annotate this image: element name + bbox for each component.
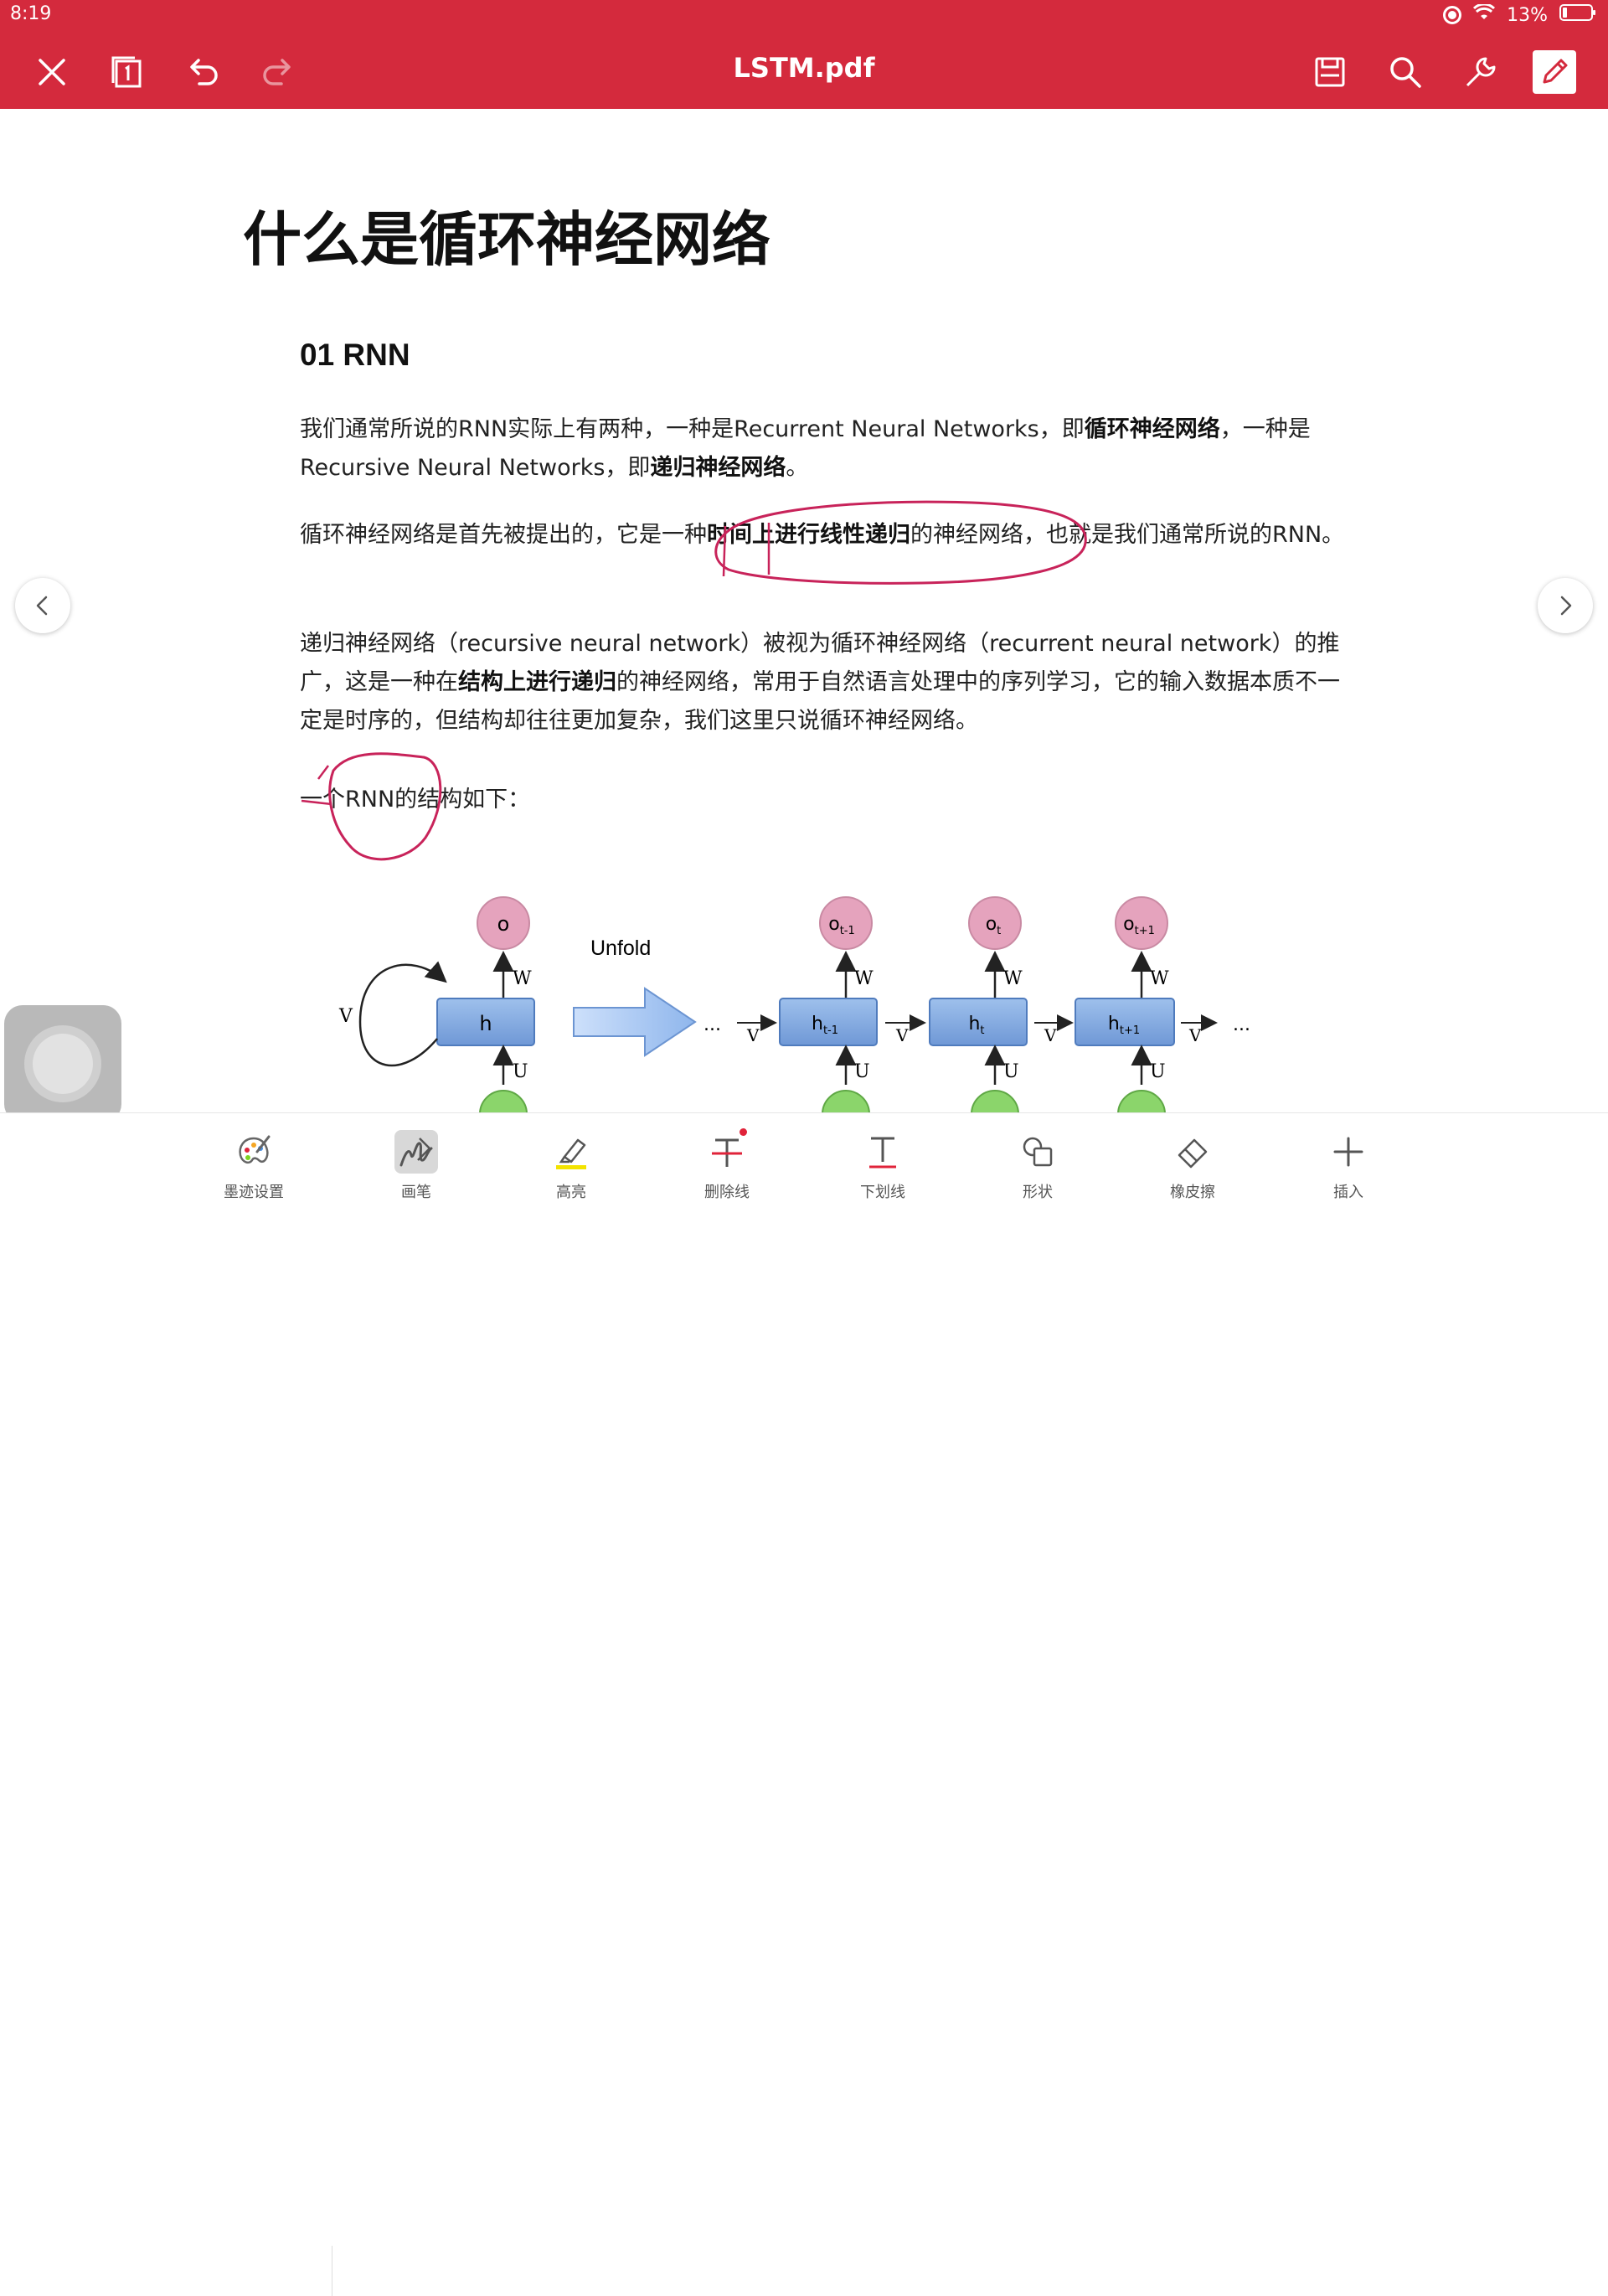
palette-icon (232, 1130, 276, 1174)
output-node-subscript: t-1 (840, 925, 855, 937)
ink-mark-annotation (722, 523, 770, 577)
strikethrough-tool[interactable]: 删除线 (677, 1128, 777, 1202)
input-node (971, 1090, 1019, 1112)
pen-tool[interactable]: 画笔 (366, 1130, 466, 1202)
status-indicators: 13% (1443, 3, 1596, 27)
w-label: W (1003, 968, 1023, 989)
ink-settings-tool[interactable]: 墨迹设置 (204, 1130, 304, 1202)
underline-tool[interactable]: 下划线 (832, 1130, 933, 1202)
hidden-node-label: h (479, 1012, 492, 1035)
tool-label: 橡皮擦 (1170, 1184, 1215, 1201)
hidden-node-subscript: t (980, 1024, 984, 1037)
output-node-label: o (828, 914, 839, 935)
highlight-tool[interactable]: 高亮 (521, 1130, 621, 1202)
highlighter-icon (549, 1130, 593, 1174)
edit-pen-icon[interactable] (1533, 50, 1576, 94)
screen-record-icon (1443, 6, 1462, 24)
ink-strike-annotation (301, 765, 332, 806)
hidden-node-label: h (1108, 1014, 1120, 1034)
u-label: U (513, 1061, 528, 1082)
rnn-folded: o W h U V (338, 896, 535, 1112)
tool-label: 墨迹设置 (224, 1184, 284, 1201)
output-node-label: o (497, 912, 510, 936)
w-label: W (1150, 968, 1169, 989)
search-icon[interactable] (1382, 49, 1429, 95)
document-title: LSTM.pdf (733, 52, 875, 84)
pen-icon (394, 1130, 438, 1174)
eraser-icon (1171, 1130, 1214, 1174)
save-icon[interactable] (1306, 49, 1353, 95)
v-label: V (338, 1006, 353, 1027)
unfold-arrow (573, 987, 697, 1057)
plus-icon (1327, 1130, 1370, 1174)
insert-tool[interactable]: 插入 (1298, 1130, 1399, 1202)
input-node (1117, 1090, 1166, 1112)
v-label: V (1188, 1025, 1202, 1045)
u-label: U (1003, 1061, 1019, 1082)
strikethrough-icon (705, 1128, 749, 1174)
tool-label: 画笔 (401, 1184, 431, 1201)
output-node-label: o (986, 914, 997, 935)
output-node-subscript: t+1 (1135, 925, 1155, 937)
active-color-dot (740, 1128, 747, 1136)
u-label: U (1150, 1061, 1166, 1082)
top-toolbar: 8:19 13% LSTM.pdf (0, 0, 1608, 109)
u-label: U (854, 1061, 870, 1082)
shapes-icon (1016, 1130, 1059, 1174)
tool-label: 插入 (1333, 1184, 1363, 1201)
output-node-label: o (1123, 914, 1134, 935)
ink-circle-annotation (328, 752, 442, 861)
pdf-page: 什么是循环神经网络 01 RNN 我们通常所说的RNN实际上有两种，一种是Rec… (0, 109, 1608, 1112)
input-node (479, 1090, 528, 1112)
underline-icon (861, 1130, 904, 1174)
output-node-subscript: t (997, 925, 1001, 937)
w-label: W (854, 968, 874, 989)
eraser-tool[interactable]: 橡皮擦 (1142, 1130, 1243, 1202)
shape-tool[interactable]: 形状 (987, 1130, 1088, 1202)
tool-label: 删除线 (704, 1184, 750, 1201)
tool-label: 形状 (1023, 1184, 1053, 1201)
rnn-unrolled: V ot-1 W ht-1 U V ot W ht U V ot+1 W ht+… (737, 896, 1250, 1112)
v-label: V (746, 1025, 760, 1045)
previous-page-button[interactable] (15, 578, 70, 633)
rnn-diagram: o W h U V Unfold ... V ot-1 W ht-1 U V o… (338, 896, 1250, 1112)
v-label: V (895, 1025, 909, 1045)
tool-label: 下划线 (860, 1184, 905, 1201)
tool-label: 高亮 (556, 1184, 586, 1201)
battery-icon (1559, 3, 1596, 27)
ink-ellipse-annotation (714, 500, 1087, 585)
next-page-button[interactable] (1538, 578, 1593, 633)
assistive-touch-button[interactable] (4, 1005, 121, 1122)
battery-percent: 13% (1507, 4, 1548, 26)
v-label: V (1044, 1025, 1057, 1045)
hidden-node-subscript: t-1 (823, 1024, 838, 1037)
hidden-node-subscript: t+1 (1120, 1024, 1140, 1037)
w-label: W (513, 968, 532, 989)
recurrent-loop (358, 961, 447, 1067)
status-time: 8:19 (10, 3, 52, 24)
hidden-node-label: h (968, 1014, 980, 1034)
tools-wrench-icon[interactable] (1457, 49, 1504, 95)
ellipsis-right: ... (1233, 1014, 1250, 1035)
input-node (822, 1090, 870, 1112)
wifi-icon (1473, 3, 1496, 26)
annotation-toolbar: 墨迹设置 画笔 高亮 删除线 下划线 形状 橡皮擦 插入 (0, 1112, 1608, 2296)
ellipsis-left: ... (704, 1014, 721, 1035)
hidden-node-label: h (812, 1014, 823, 1034)
unfold-label: Unfold (590, 936, 651, 960)
hidden-node (1075, 998, 1175, 1046)
hidden-node (779, 998, 878, 1046)
